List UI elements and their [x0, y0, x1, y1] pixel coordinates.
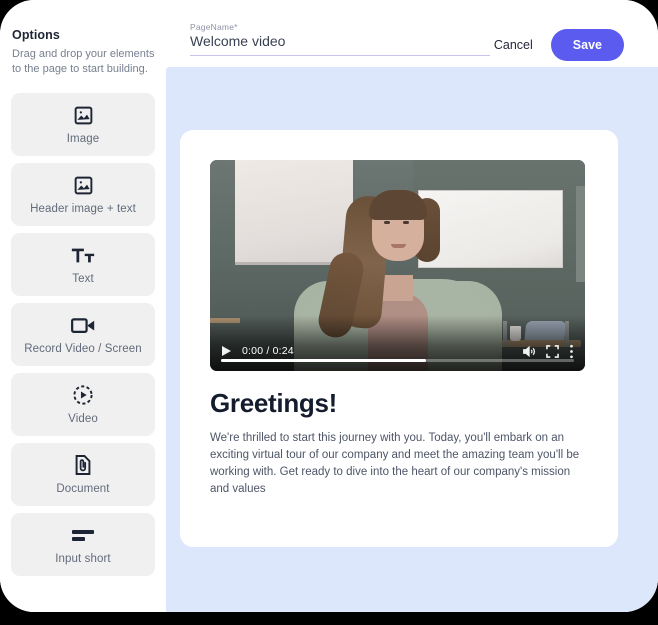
- palette-item-label: Image: [66, 133, 100, 145]
- palette-item-video[interactable]: Video: [11, 373, 155, 436]
- video-progress-bar[interactable]: [221, 359, 574, 362]
- palette-item-label: Video: [68, 413, 98, 425]
- app-window: Options Drag and drop your elements to t…: [0, 0, 658, 612]
- text-format-icon: [71, 244, 95, 266]
- palette-item-text[interactable]: Text: [11, 233, 155, 296]
- header-actions: Cancel Save: [490, 22, 624, 61]
- page-name-label: PageName*: [190, 22, 238, 32]
- page-body-text: We're thrilled to start this journey wit…: [210, 432, 580, 495]
- projector-screen: [235, 160, 353, 265]
- palette-item-image[interactable]: Image: [11, 93, 155, 156]
- sidebar-title: Options: [12, 28, 60, 42]
- page-text-block[interactable]: Greetings! We're thrilled to start this …: [210, 388, 590, 498]
- save-button[interactable]: Save: [550, 29, 624, 61]
- play-icon[interactable]: [221, 345, 232, 357]
- input-short-icon: [71, 524, 95, 546]
- image-icon: [73, 174, 94, 196]
- whiteboard: [418, 190, 563, 268]
- door-edge: [576, 186, 585, 282]
- palette-item-record-video-screen[interactable]: Record Video / Screen: [11, 303, 155, 366]
- mouth: [390, 244, 406, 248]
- sidebar-subtitle: Drag and drop your elements to the page …: [12, 48, 155, 75]
- more-options-icon[interactable]: [569, 344, 574, 359]
- document-attachment-icon: [73, 454, 93, 476]
- palette-item-document[interactable]: Document: [11, 443, 155, 506]
- palette-item-label: Document: [56, 483, 110, 495]
- video-progress-fill: [221, 359, 426, 362]
- palette-item-label: Header image + text: [30, 203, 136, 215]
- page-canvas[interactable]: 0:00 / 0:24 Greetings! We're thrilled to…: [166, 67, 658, 612]
- hair-top: [368, 190, 427, 220]
- person-neck: [382, 275, 413, 301]
- palette-item-header-image-text[interactable]: Header image + text: [11, 163, 155, 226]
- page-name-field: PageName*: [190, 22, 490, 56]
- editor-header: PageName* Cancel Save: [166, 0, 658, 67]
- palette-item-label: Record Video / Screen: [24, 343, 142, 355]
- element-palette: Image Header image + text Text Record Vi…: [11, 93, 155, 576]
- palette-item-label: Text: [72, 273, 94, 285]
- page-content-card: 0:00 / 0:24 Greetings! We're thrilled to…: [180, 130, 618, 547]
- video-player[interactable]: 0:00 / 0:24: [210, 160, 585, 371]
- main-panel: PageName* Cancel Save: [166, 0, 658, 612]
- palette-item-input-short[interactable]: Input short: [11, 513, 155, 576]
- play-circle-dashed-icon: [72, 384, 94, 406]
- video-time-display: 0:00 / 0:24: [242, 345, 294, 357]
- cancel-button[interactable]: Cancel: [490, 32, 537, 58]
- video-controls: 0:00 / 0:24: [210, 331, 585, 371]
- eye-right: [402, 221, 409, 224]
- page-heading: Greetings!: [210, 388, 338, 418]
- sidebar: Options Drag and drop your elements to t…: [0, 0, 166, 612]
- eye-left: [383, 221, 390, 224]
- image-icon: [73, 104, 94, 126]
- page-name-input[interactable]: [190, 33, 490, 56]
- volume-icon[interactable]: [522, 345, 536, 358]
- fullscreen-icon[interactable]: [546, 344, 559, 358]
- video-camera-icon: [70, 314, 96, 336]
- palette-item-label: Input short: [55, 553, 111, 565]
